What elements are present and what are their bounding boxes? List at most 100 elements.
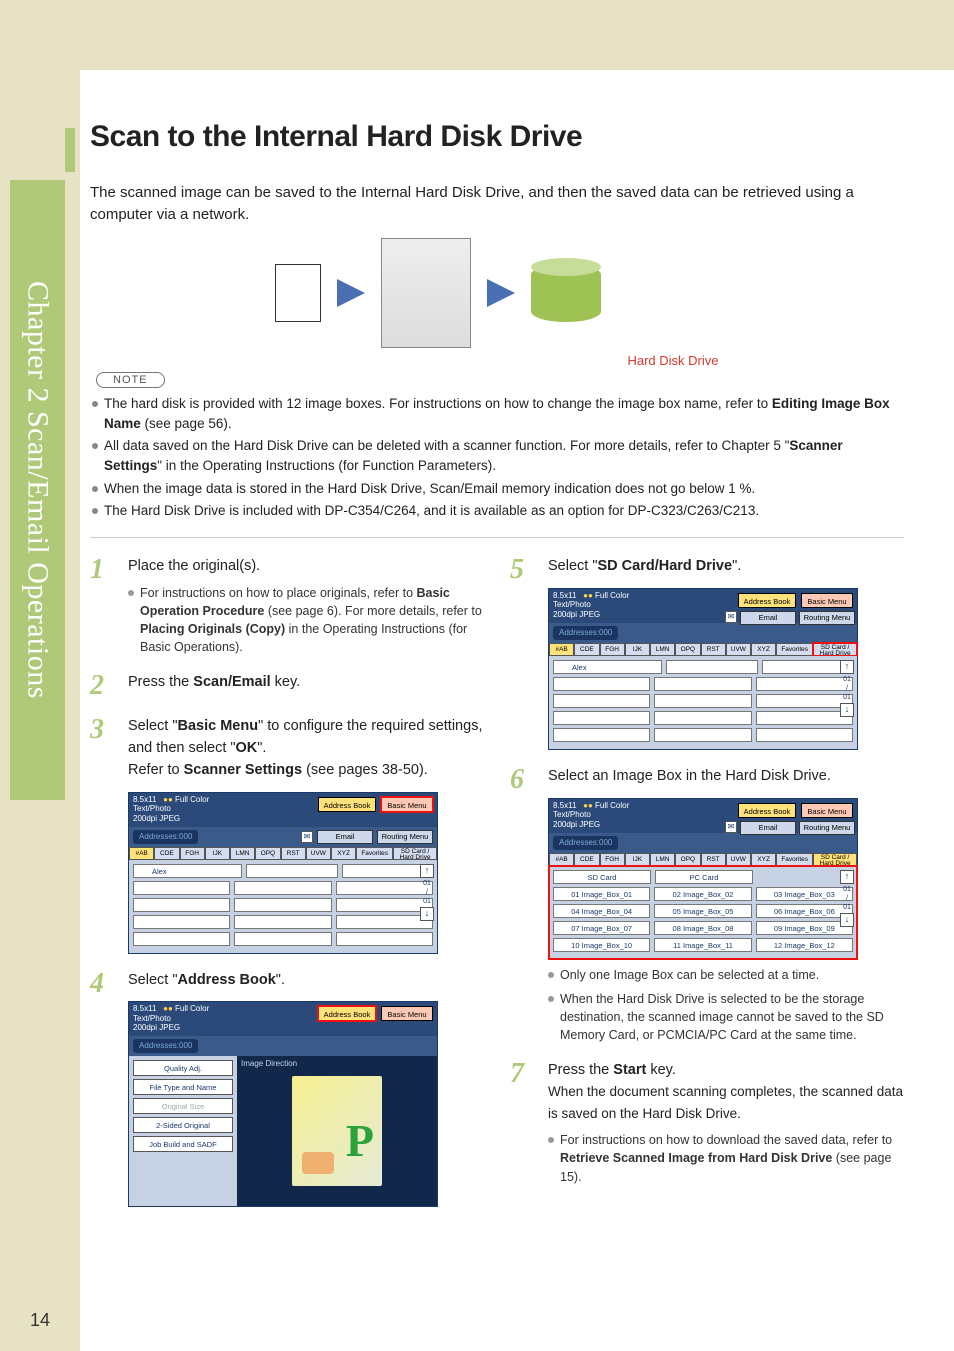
option-quality-adj[interactable]: Quality Adj. bbox=[133, 1060, 233, 1076]
option-file-type-name[interactable]: File Type and Name bbox=[133, 1079, 233, 1095]
alpha-tab[interactable]: OPQ bbox=[675, 853, 700, 866]
image-box[interactable]: 03 Image_Box_03 bbox=[756, 887, 853, 901]
image-box[interactable]: 09 Image_Box_09 bbox=[756, 921, 853, 935]
option-job-build-sadf[interactable]: Job Build and SADF bbox=[133, 1136, 233, 1152]
alpha-tab[interactable]: XYZ bbox=[331, 847, 356, 860]
image-box[interactable]: 01 Image_Box_01 bbox=[553, 887, 650, 901]
alpha-tab[interactable]: #AB bbox=[549, 643, 574, 656]
routing-menu-button[interactable]: Routing Menu bbox=[799, 611, 855, 625]
basic-menu-button[interactable]: Basic Menu bbox=[381, 1006, 433, 1021]
email-button[interactable]: Email bbox=[740, 611, 796, 625]
address-entry[interactable]: Alex bbox=[553, 660, 662, 674]
address-entry[interactable] bbox=[133, 881, 230, 895]
address-entry[interactable] bbox=[234, 932, 331, 946]
address-entry[interactable] bbox=[553, 677, 650, 691]
address-book-button[interactable]: Address Book bbox=[318, 1006, 376, 1021]
alpha-tab[interactable]: CDE bbox=[574, 853, 599, 866]
option-2sided-original[interactable]: 2-Sided Original bbox=[133, 1117, 233, 1133]
address-entry[interactable] bbox=[553, 728, 650, 742]
address-entry[interactable] bbox=[336, 881, 433, 895]
alpha-tab[interactable]: #AB bbox=[129, 847, 154, 860]
alpha-tab[interactable]: XYZ bbox=[751, 853, 776, 866]
address-entry[interactable] bbox=[553, 694, 650, 708]
image-box[interactable]: 04 Image_Box_04 bbox=[553, 904, 650, 918]
address-entry[interactable]: Alex bbox=[133, 864, 242, 878]
image-box[interactable]: 10 Image_Box_10 bbox=[553, 938, 650, 952]
alpha-tab[interactable]: LMN bbox=[650, 853, 675, 866]
alpha-tab[interactable]: XYZ bbox=[751, 643, 776, 656]
alpha-tab[interactable]: OPQ bbox=[255, 847, 280, 860]
routing-menu-button[interactable]: Routing Menu bbox=[799, 821, 855, 835]
scroll-up-icon[interactable]: ↑ bbox=[840, 870, 854, 884]
alpha-tab[interactable]: IJK bbox=[625, 643, 650, 656]
scroll-down-icon[interactable]: ↓ bbox=[840, 913, 854, 927]
alpha-tab[interactable]: FGH bbox=[180, 847, 205, 860]
alpha-tab[interactable]: LMN bbox=[650, 643, 675, 656]
address-entry[interactable] bbox=[133, 932, 230, 946]
image-box[interactable]: 06 Image_Box_06 bbox=[756, 904, 853, 918]
scroll-down-icon[interactable]: ↓ bbox=[420, 907, 434, 921]
image-box[interactable]: 02 Image_Box_02 bbox=[654, 887, 751, 901]
alpha-tab[interactable]: #AB bbox=[549, 853, 574, 866]
basic-menu-button[interactable]: Basic Menu bbox=[801, 803, 853, 818]
address-entry[interactable] bbox=[133, 898, 230, 912]
address-entry[interactable] bbox=[666, 660, 757, 674]
alpha-tab[interactable]: CDE bbox=[154, 847, 179, 860]
basic-menu-button[interactable]: Basic Menu bbox=[381, 797, 433, 812]
sd-hard-drive-tab[interactable]: SD Card / Hard Drive bbox=[813, 643, 857, 656]
sd-hard-drive-tab[interactable]: SD Card / Hard Drive bbox=[813, 853, 857, 866]
sd-card-button[interactable]: SD Card bbox=[553, 870, 651, 884]
routing-menu-button[interactable]: Routing Menu bbox=[377, 830, 433, 844]
alpha-tab[interactable]: LMN bbox=[230, 847, 255, 860]
alpha-tab[interactable]: RST bbox=[281, 847, 306, 860]
alpha-tab[interactable]: IJK bbox=[205, 847, 230, 860]
image-box[interactable]: 11 Image_Box_11 bbox=[654, 938, 751, 952]
address-entry[interactable] bbox=[756, 694, 853, 708]
alpha-tab[interactable]: IJK bbox=[625, 853, 650, 866]
basic-menu-button[interactable]: Basic Menu bbox=[801, 593, 853, 608]
alpha-tab[interactable]: UVW bbox=[726, 853, 751, 866]
address-entry[interactable] bbox=[336, 915, 433, 929]
scroll-up-icon[interactable]: ↑ bbox=[840, 660, 854, 674]
image-box[interactable]: 07 Image_Box_07 bbox=[553, 921, 650, 935]
alpha-tab[interactable]: OPQ bbox=[675, 643, 700, 656]
alpha-tab[interactable]: UVW bbox=[726, 643, 751, 656]
address-entry[interactable] bbox=[654, 694, 751, 708]
alpha-tab[interactable]: FGH bbox=[600, 853, 625, 866]
address-entry[interactable] bbox=[234, 881, 331, 895]
alpha-tab[interactable]: UVW bbox=[306, 847, 331, 860]
address-entry[interactable] bbox=[756, 711, 853, 725]
favorites-tab[interactable]: Favorites bbox=[356, 847, 393, 860]
address-entry[interactable] bbox=[756, 677, 853, 691]
step-text: Select an Image Box in the Hard Disk Dri… bbox=[548, 766, 904, 1044]
pc-card-button[interactable]: PC Card bbox=[655, 870, 753, 884]
scroll-up-icon[interactable]: ↑ bbox=[420, 864, 434, 878]
address-book-button[interactable]: Address Book bbox=[318, 797, 376, 812]
alpha-tab[interactable]: RST bbox=[701, 853, 726, 866]
alpha-tab[interactable]: RST bbox=[701, 643, 726, 656]
address-entry[interactable] bbox=[654, 728, 751, 742]
sd-hard-drive-tab[interactable]: SD Card / Hard Drive bbox=[393, 847, 437, 860]
image-box[interactable]: 08 Image_Box_08 bbox=[654, 921, 751, 935]
favorites-tab[interactable]: Favorites bbox=[776, 853, 813, 866]
address-entry[interactable] bbox=[246, 864, 337, 878]
alpha-tab[interactable]: CDE bbox=[574, 643, 599, 656]
address-entry[interactable] bbox=[336, 898, 433, 912]
address-entry[interactable] bbox=[234, 915, 331, 929]
address-book-button[interactable]: Address Book bbox=[738, 803, 796, 818]
favorites-tab[interactable]: Favorites bbox=[776, 643, 813, 656]
address-entry[interactable] bbox=[234, 898, 331, 912]
address-entry[interactable] bbox=[654, 677, 751, 691]
address-entry[interactable] bbox=[336, 932, 433, 946]
address-entry[interactable] bbox=[133, 915, 230, 929]
email-button[interactable]: Email bbox=[740, 821, 796, 835]
address-entry[interactable] bbox=[553, 711, 650, 725]
image-box[interactable]: 05 Image_Box_05 bbox=[654, 904, 751, 918]
address-entry[interactable] bbox=[756, 728, 853, 742]
address-entry[interactable] bbox=[654, 711, 751, 725]
email-button[interactable]: Email bbox=[317, 830, 373, 844]
scroll-down-icon[interactable]: ↓ bbox=[840, 703, 854, 717]
address-book-button[interactable]: Address Book bbox=[738, 593, 796, 608]
alpha-tab[interactable]: FGH bbox=[600, 643, 625, 656]
image-box[interactable]: 12 Image_Box_12 bbox=[756, 938, 853, 952]
